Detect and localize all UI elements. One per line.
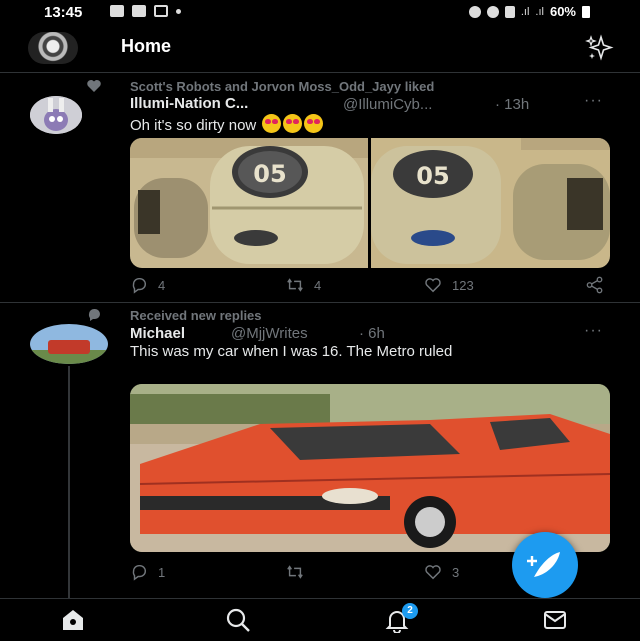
like-count: 3 (452, 564, 460, 580)
car-avatar-image (30, 324, 108, 364)
reply-button[interactable]: 1 (130, 563, 165, 581)
author-avatar[interactable] (30, 96, 82, 134)
share-button[interactable] (586, 276, 604, 294)
author-avatar[interactable] (30, 324, 108, 364)
status-time: 13:45 (44, 4, 83, 21)
tweet-actions: 4 4 123 (130, 276, 603, 296)
alarm-icon (468, 5, 481, 18)
red-car-photo (130, 384, 610, 552)
compose-tweet-button[interactable] (512, 532, 578, 598)
reply-count: 4 (158, 277, 166, 293)
compose-feather-icon (527, 552, 560, 577)
tweet-text: This was my car when I was 16. The Metro… (130, 343, 453, 360)
robot-number-label: 05 (416, 162, 449, 190)
like-button[interactable]: 3 (424, 563, 459, 581)
status-notification-icons (110, 5, 181, 17)
robot-number-label: 05 (253, 160, 286, 188)
notifications-badge: 2 (402, 603, 418, 619)
like-button[interactable]: 123 (424, 276, 474, 294)
tweet-media[interactable] (130, 384, 610, 552)
heart-icon (425, 565, 441, 580)
heart-eyes-emoji-icon (262, 114, 282, 133)
tweet-media-left[interactable]: 05 (130, 138, 368, 268)
tweet-text-content: Oh it's so dirty now (130, 117, 257, 134)
message-notification-icon (132, 5, 146, 17)
image-notification-icon (110, 5, 124, 17)
clock-alarm-icon (486, 5, 499, 18)
social-context[interactable]: Received new replies (130, 308, 262, 323)
reply-bubble-icon (88, 309, 100, 321)
sparkle-icon[interactable] (583, 32, 615, 64)
author-handle[interactable]: @MjjWrites (231, 325, 308, 342)
heart-eyes-emoji-icon (283, 114, 303, 133)
vibrate-icon (504, 5, 515, 18)
battery-icon (582, 5, 590, 18)
reply-count: 1 (158, 564, 166, 580)
tweet-time: · 6h (359, 325, 385, 342)
author-name[interactable]: Michael (130, 325, 185, 342)
social-context[interactable]: Scott's Robots and Jorvon Moss_Odd_Jayy … (130, 79, 434, 94)
tweet-divider (0, 302, 640, 303)
status-system-icons: .ıl .ıl 60% (468, 4, 590, 19)
reply-icon (132, 564, 146, 581)
heart-eyes-emoji-icon (304, 114, 324, 133)
liked-heart-icon (87, 80, 101, 92)
signal-icon: .ıl (520, 5, 530, 18)
thread-connector-line (68, 366, 70, 598)
retweet-count: 4 (314, 277, 322, 293)
search-icon[interactable] (225, 607, 251, 633)
share-icon (586, 276, 603, 294)
retweet-button[interactable]: 4 (286, 276, 321, 294)
bottom-navigation (0, 598, 640, 641)
home-icon[interactable] (60, 607, 86, 633)
retweet-button[interactable] (286, 563, 314, 581)
missed-call-icon (154, 5, 168, 17)
like-count: 123 (452, 277, 474, 293)
tweet-text: Oh it's so dirty now (130, 114, 324, 135)
header-divider (0, 72, 640, 73)
top-app-bar: Home (0, 26, 640, 70)
status-bar: 13:45 .ıl .ıl 60% (0, 0, 640, 26)
messages-icon[interactable] (542, 607, 568, 633)
author-handle[interactable]: @IllumiCyb... (343, 96, 432, 113)
retweet-icon (287, 565, 303, 579)
retweet-icon (287, 278, 303, 292)
more-options-button[interactable]: ··· (584, 322, 603, 340)
reply-button[interactable]: 4 (130, 276, 165, 294)
battery-label: 60% (549, 4, 576, 19)
wifi-icon: .ıl (535, 5, 544, 18)
more-options-button[interactable]: ··· (584, 92, 603, 110)
robot-avatar-image (30, 96, 82, 134)
tweet-media-right[interactable]: 05 (371, 138, 610, 268)
tweet-time: · 13h (495, 96, 530, 113)
author-name[interactable]: Illumi-Nation C... (130, 95, 248, 112)
more-notifications-dot-icon (176, 9, 181, 14)
page-title: Home (121, 36, 172, 56)
profile-avatar-button[interactable] (28, 32, 78, 64)
reply-icon (132, 277, 146, 294)
heart-icon (425, 278, 441, 293)
